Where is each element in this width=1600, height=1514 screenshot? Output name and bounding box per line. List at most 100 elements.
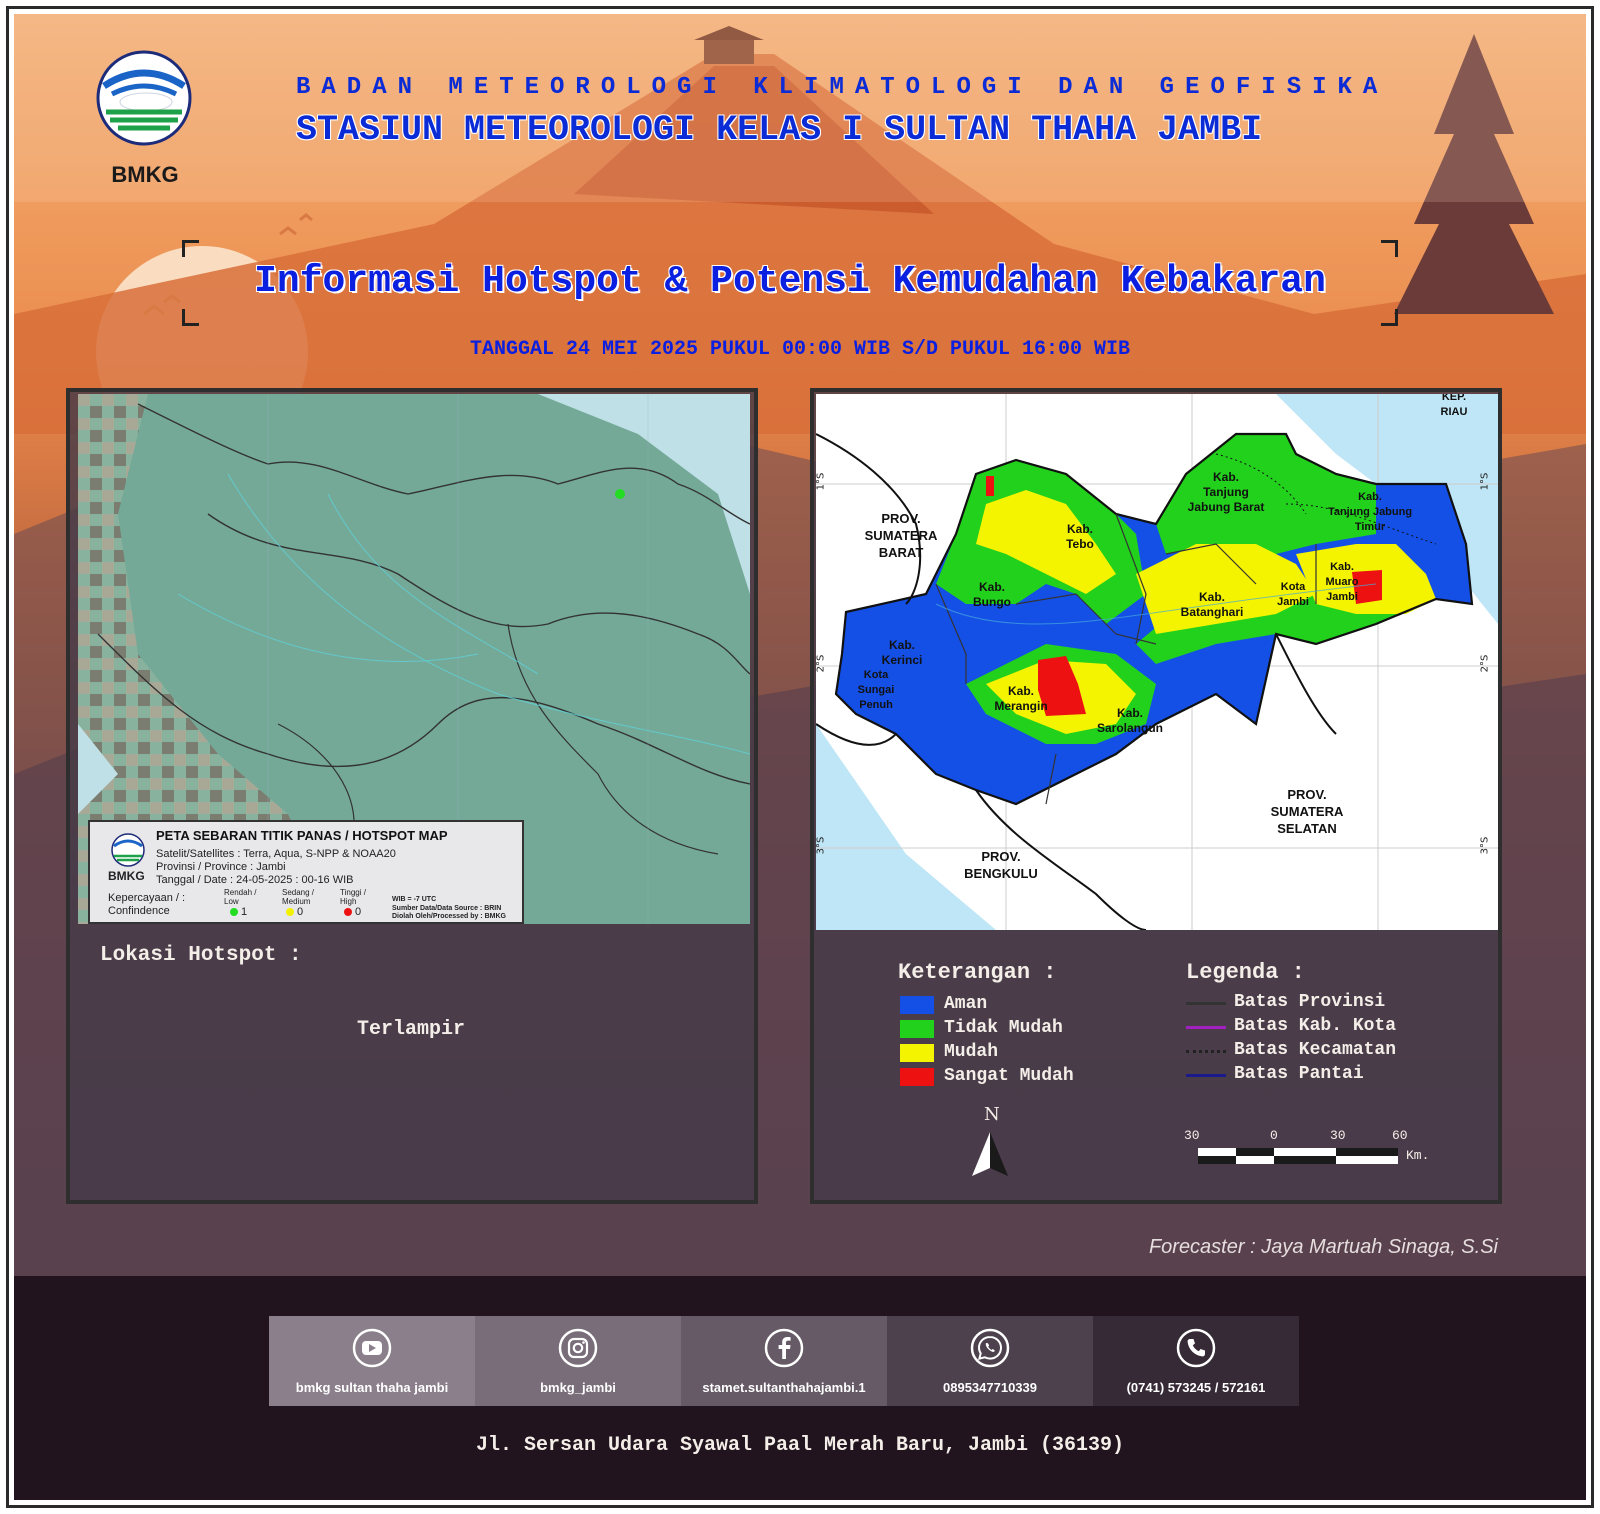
hotspot-legend-box: BMKG PETA SEBARAN TITIK PANAS / HOTSPOT … — [88, 820, 524, 924]
district-label-line: Bungo — [973, 595, 1011, 609]
district-label-line: Penuh — [859, 699, 893, 711]
keterangan-item: Aman — [944, 994, 988, 1014]
district-label-line: Tanjung Jabung — [1327, 506, 1413, 518]
district-label-line: Kab. — [1116, 706, 1143, 720]
count-value: 1 — [241, 906, 248, 918]
district-label-line: Kab. — [1330, 561, 1354, 573]
district-label: Kab. Tanjung Jabung Barat — [1176, 470, 1276, 515]
social-text: (0741) 573245 / 572161 — [1126, 1380, 1266, 1395]
coast-line-swatch — [1186, 1074, 1226, 1077]
scale-tick: 30 — [1330, 1128, 1346, 1143]
social-text: bmkg_jambi — [540, 1380, 616, 1395]
mudah-swatch — [900, 1044, 934, 1062]
lat-tick: 3°S — [816, 836, 827, 855]
level-count-medium: 0 — [286, 906, 303, 918]
medium-dot-icon — [286, 908, 294, 917]
lat-tick: 1°S — [816, 472, 827, 491]
corner-mark — [1381, 309, 1398, 326]
district-label-line: Jambi — [1277, 596, 1309, 608]
district-label-line: Kab. — [1007, 684, 1034, 698]
district-label-line: Jabung Barat — [1187, 500, 1265, 514]
province-line-swatch — [1186, 1002, 1226, 1005]
corner-mark — [182, 240, 199, 257]
district-label-line: Timur — [1354, 521, 1386, 533]
regency-line-swatch — [1186, 1026, 1226, 1029]
tidak-mudah-swatch — [900, 1020, 934, 1038]
district-label-line: Kota — [1280, 581, 1306, 593]
lat-tick: 2°S — [1479, 654, 1491, 673]
lat-tick: 2°S — [816, 654, 827, 673]
header-band — [14, 14, 1586, 202]
agency-name: BADAN METEOROLOGI KLIMATOLOGI DAN GEOFIS… — [296, 74, 1389, 101]
station-name: STASIUN METEOROLOGI KELAS I SULTAN THAHA… — [296, 110, 1263, 150]
hotspot-location-label: Lokasi Hotspot : — [100, 944, 302, 967]
confidence-label-2: Confindence — [108, 905, 170, 917]
facebook-icon — [764, 1328, 804, 1368]
scale-bar — [1198, 1148, 1398, 1164]
date-line: TANGGAL 24 MEI 2025 PUKUL 00:00 WIB S/D … — [469, 338, 1131, 361]
district-label-line: Tanjung — [1203, 485, 1249, 499]
region-label-line: SELATAN — [1277, 821, 1337, 836]
district-label: Kota Sungai Penuh — [846, 668, 906, 713]
region-label-line: KEP. — [1441, 394, 1467, 403]
high-dot-icon — [344, 908, 352, 917]
district-label-line: Batanghari — [1180, 605, 1244, 619]
region-label: PROV. BENGKULU — [946, 848, 1056, 882]
region-label: PROV. SUMATERA SELATAN — [1252, 786, 1362, 837]
youtube-link[interactable]: bmkg sultan thaha jambi — [269, 1316, 475, 1406]
hotspot-map: BMKG PETA SEBARAN TITIK PANAS / HOTSPOT … — [78, 394, 750, 924]
social-text: bmkg sultan thaha jambi — [295, 1380, 449, 1395]
scale-tick: 30 — [1184, 1128, 1200, 1143]
district-label: Kab. Kerinci — [872, 638, 932, 668]
district-label-line: Kab. — [1198, 590, 1225, 604]
aman-swatch — [900, 996, 934, 1014]
region-label-line: PROV. — [881, 511, 921, 526]
instagram-link[interactable]: bmkg_jambi — [475, 1316, 681, 1406]
corner-mark — [182, 309, 199, 326]
legenda-item: Batas Provinsi — [1234, 992, 1386, 1012]
region-label-line: PROV. — [981, 849, 1021, 864]
date-info-line: Tanggal / Date : 24-05-2025 : 00-16 WIB — [156, 874, 354, 886]
logo-text: BMKG — [111, 162, 179, 187]
level-label: Sedang / — [282, 888, 315, 897]
level-label-2: Medium — [282, 897, 311, 906]
address: Jl. Sersan Udara Syawal Paal Merah Baru,… — [475, 1434, 1125, 1457]
fire-potential-panel: PROV. SUMATERA BARAT PROV. BENGKULU PROV. SU… — [810, 388, 1502, 1204]
keterangan-item: Mudah — [944, 1042, 999, 1062]
instagram-icon — [558, 1328, 598, 1368]
count-value: 0 — [297, 906, 304, 918]
scale-unit: Km. — [1406, 1148, 1430, 1163]
legenda-item: Batas Kecamatan — [1234, 1040, 1397, 1060]
lat-tick: 1°S — [1479, 472, 1491, 491]
district-label-line: Merangin — [994, 699, 1048, 713]
district-line-swatch — [1186, 1050, 1226, 1053]
data-source: Sumber Data/Data Source : BRIN — [392, 905, 502, 912]
whatsapp-link[interactable]: 0895347710339 — [887, 1316, 1093, 1406]
social-text: 0895347710339 — [943, 1380, 1037, 1395]
level-label: Tinggi / — [340, 888, 366, 897]
region-label-line: BARAT — [878, 545, 924, 560]
scale-tick: 60 — [1392, 1128, 1408, 1143]
satellites-line: Satelit/Satellites : Terra, Aqua, S-NPP … — [156, 848, 396, 860]
wib-note: WIB = -7 UTC — [392, 896, 437, 903]
district-label: Kab. Sarolangun — [1090, 706, 1170, 736]
keterangan-item: Sangat Mudah — [944, 1066, 1074, 1086]
low-dot-icon — [230, 908, 238, 917]
forecaster-credit: Forecaster : Jaya Martuah Sinaga, S.Si — [1148, 1236, 1498, 1258]
north-label: N — [984, 1104, 1000, 1125]
district-label: Kab. Bungo — [962, 580, 1022, 610]
keterangan-item: Tidak Mudah — [944, 1018, 1063, 1038]
legenda-item: Batas Kab. Kota — [1234, 1016, 1397, 1036]
level-label: Rendah / — [224, 888, 257, 897]
district-label: Kab. Merangin — [986, 684, 1056, 714]
district-label-line: Sungai — [857, 684, 895, 696]
scale-tick: 0 — [1270, 1128, 1278, 1143]
facebook-link[interactable]: stamet.sultanthahajambi.1 — [681, 1316, 887, 1406]
district-label-line: Tebo — [1066, 537, 1094, 551]
district-label-line: Jambi — [1326, 591, 1358, 603]
phone-icon — [1176, 1328, 1216, 1368]
phone-link[interactable]: (0741) 573245 / 572161 — [1093, 1316, 1299, 1406]
sangat-mudah-swatch — [900, 1068, 934, 1086]
hotspot-marker — [615, 489, 625, 499]
north-arrow-icon — [972, 1132, 1008, 1176]
